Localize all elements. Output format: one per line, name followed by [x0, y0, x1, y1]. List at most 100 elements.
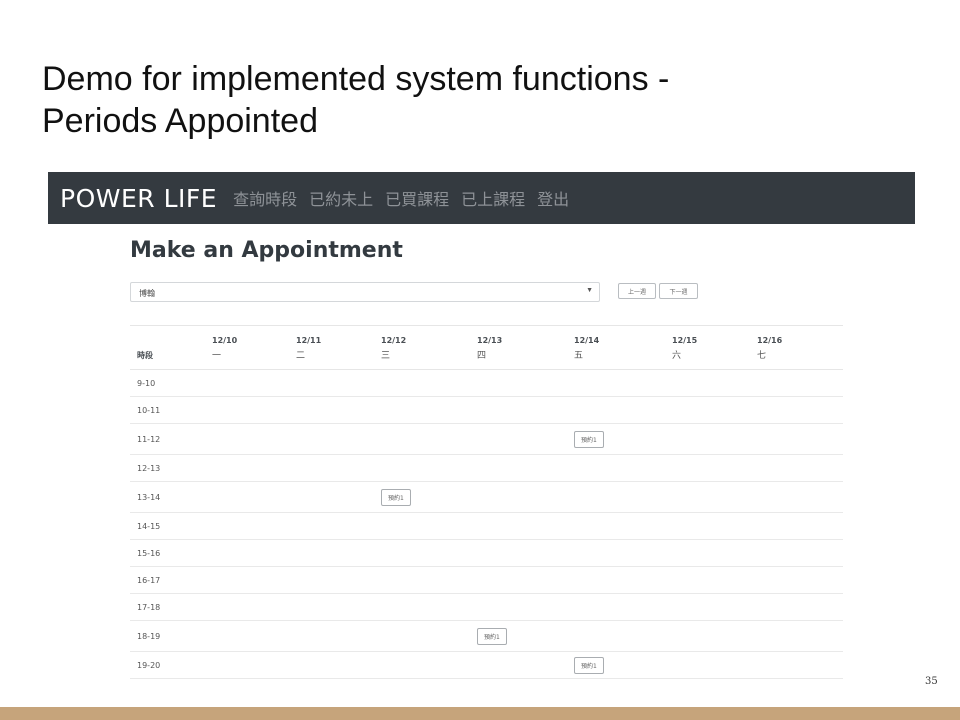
- table-row: 16-17: [130, 567, 843, 594]
- nav-link-logout[interactable]: 登出: [537, 186, 569, 210]
- table-row: 18-19 預約1: [130, 621, 843, 652]
- period-label: 17-18: [137, 602, 161, 612]
- schedule-cell: [477, 567, 574, 594]
- day-weekday: 七: [757, 351, 767, 361]
- schedule-cell: [672, 424, 757, 455]
- schedule-cell: [212, 567, 296, 594]
- schedule-cell: [477, 455, 574, 482]
- prev-week-button[interactable]: 上一週: [618, 283, 656, 299]
- schedule-cell: [212, 621, 296, 652]
- schedule-cell: [381, 370, 477, 397]
- day-column-header: 12/11 二: [296, 326, 381, 370]
- app-screenshot: POWER LIFE 查詢時段 已約未上 已買課程 已上課程 登出 Make a…: [48, 172, 915, 682]
- schedule-cell: [757, 513, 843, 540]
- schedule-cell: [296, 652, 381, 679]
- schedule-cell: [381, 652, 477, 679]
- schedule-cell: [296, 540, 381, 567]
- coach-select-value: 博翰: [139, 289, 155, 298]
- day-weekday: 三: [381, 351, 391, 361]
- period-label: 16-17: [137, 575, 161, 585]
- day-date: 12/10: [212, 336, 238, 345]
- schedule-cell: [757, 594, 843, 621]
- schedule-cell: [757, 370, 843, 397]
- dropdown-arrow-icon: ▼: [586, 287, 593, 294]
- day-date: 12/14: [574, 336, 600, 345]
- book-button[interactable]: 預約1: [574, 430, 604, 448]
- nav-link-purchased-courses[interactable]: 已買課程: [385, 186, 449, 210]
- schedule-cell: [212, 594, 296, 621]
- schedule-cell: [757, 455, 843, 482]
- schedule-cell: [296, 621, 381, 652]
- schedule-cell: [381, 594, 477, 621]
- schedule-cell: [477, 540, 574, 567]
- slide-title: Demo for implemented system functions - …: [42, 58, 862, 142]
- day-weekday: 一: [212, 351, 222, 361]
- schedule-cell: [212, 482, 296, 513]
- nav-links: 查詢時段 已約未上 已買課程 已上課程 登出: [233, 186, 581, 210]
- brand-logo[interactable]: POWER LIFE: [60, 184, 217, 213]
- book-button[interactable]: 預約1: [477, 627, 507, 645]
- schedule-cell: [672, 397, 757, 424]
- schedule-cell: [672, 482, 757, 513]
- schedule-body: 9-10 10-11 11-12 預約1 12-13 13-14 預約1 14-15 15-16…: [130, 370, 843, 679]
- page-number: 35: [925, 676, 938, 687]
- period-label: 12-13: [137, 463, 161, 473]
- schedule-cell: 預約1: [574, 652, 672, 679]
- schedule-cell: [574, 513, 672, 540]
- schedule-cell: [212, 455, 296, 482]
- schedule-cell: [574, 370, 672, 397]
- schedule-cell: [296, 424, 381, 455]
- day-weekday: 五: [574, 351, 584, 361]
- schedule-cell: [477, 370, 574, 397]
- schedule-cell: [381, 621, 477, 652]
- schedule-cell: [381, 397, 477, 424]
- day-date: 12/15: [672, 336, 698, 345]
- schedule-cell: [477, 397, 574, 424]
- day-column-header: 12/12 三: [381, 326, 477, 370]
- schedule-cell: [672, 621, 757, 652]
- slide-title-line-2: Periods Appointed: [42, 102, 318, 140]
- schedule-cell: [672, 513, 757, 540]
- schedule-cell: [574, 540, 672, 567]
- schedule-cell: [212, 652, 296, 679]
- day-column-header: 12/10 一: [212, 326, 296, 370]
- schedule-cell: [381, 455, 477, 482]
- book-button[interactable]: 預約1: [381, 488, 411, 506]
- period-label: 19-20: [137, 660, 161, 670]
- schedule-cell: [381, 513, 477, 540]
- table-row: 13-14 預約1: [130, 482, 843, 513]
- schedule-cell: [477, 652, 574, 679]
- table-row: 12-13: [130, 455, 843, 482]
- period-label: 18-19: [137, 631, 161, 641]
- schedule-cell: [296, 455, 381, 482]
- schedule-cell: [574, 397, 672, 424]
- schedule-cell: [672, 370, 757, 397]
- schedule-cell: [574, 455, 672, 482]
- nav-link-booked-pending[interactable]: 已約未上: [309, 186, 373, 210]
- day-date: 12/11: [296, 336, 322, 345]
- page-heading: Make an Appointment: [130, 238, 403, 263]
- nav-link-query-periods[interactable]: 查詢時段: [233, 186, 297, 210]
- next-week-button[interactable]: 下一週: [659, 283, 698, 299]
- coach-select[interactable]: 博翰 ▼: [130, 282, 600, 302]
- day-date: 12/12: [381, 336, 407, 345]
- day-column-header: 12/14 五: [574, 326, 672, 370]
- schedule-cell: [672, 594, 757, 621]
- schedule-table: 時段 12/10 一 12/11 二 12/12 三 12/13 四 12/14 五 12…: [130, 325, 843, 679]
- schedule-cell: [296, 397, 381, 424]
- schedule-cell: [296, 594, 381, 621]
- table-row: 9-10: [130, 370, 843, 397]
- schedule-cell: [574, 482, 672, 513]
- nav-link-attended-courses[interactable]: 已上課程: [461, 186, 525, 210]
- schedule-cell: [757, 652, 843, 679]
- period-column-header: 時段: [137, 351, 153, 360]
- period-label: 14-15: [137, 521, 161, 531]
- schedule-cell: [757, 621, 843, 652]
- book-button[interactable]: 預約1: [574, 656, 604, 674]
- day-column-header: 12/16 七: [757, 326, 843, 370]
- schedule-cell: 預約1: [381, 482, 477, 513]
- day-weekday: 二: [296, 351, 306, 361]
- period-label: 15-16: [137, 548, 161, 558]
- schedule-cell: [212, 424, 296, 455]
- navbar: POWER LIFE 查詢時段 已約未上 已買課程 已上課程 登出: [48, 172, 915, 224]
